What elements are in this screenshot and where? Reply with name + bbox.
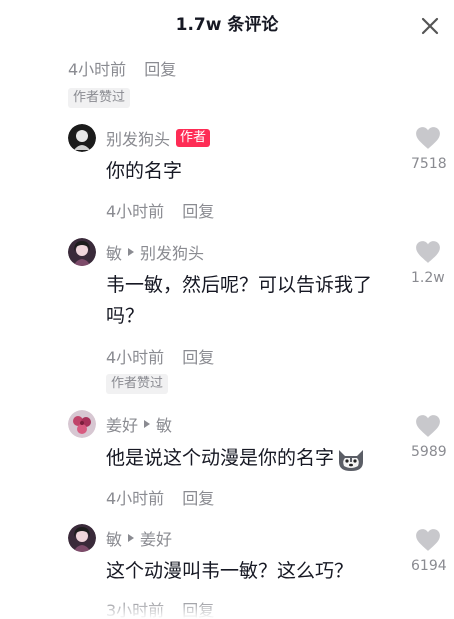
reply-button[interactable]: 回复 bbox=[182, 348, 214, 367]
reply-meta: 4小时前 回复 bbox=[106, 485, 214, 509]
close-button[interactable] bbox=[418, 14, 442, 38]
author-liked-badge: 作者赞过 bbox=[68, 88, 131, 108]
like-count: 1.2w bbox=[411, 270, 445, 286]
username[interactable]: 姜好 bbox=[106, 412, 138, 436]
reply-meta: 4小时前 回复 bbox=[106, 344, 214, 368]
comment-time: 4小时前 bbox=[106, 489, 165, 508]
avatar[interactable] bbox=[68, 124, 96, 152]
husky-dog-emoji-icon bbox=[339, 449, 364, 471]
reply-name-row: 敏 姜好 bbox=[106, 526, 172, 550]
like-count: 6194 bbox=[411, 558, 447, 574]
comment-time: 3小时前 bbox=[106, 601, 165, 619]
avatar[interactable] bbox=[68, 238, 96, 266]
parent-comment-meta: 4小时前 回复 bbox=[68, 56, 176, 80]
comment-text: 你的名字 bbox=[106, 160, 183, 182]
heart-icon[interactable] bbox=[415, 240, 441, 264]
like-column: 1.2w bbox=[402, 240, 454, 286]
reply-button[interactable]: 回复 bbox=[182, 489, 214, 508]
like-count: 5989 bbox=[411, 444, 447, 460]
triangle-right-icon bbox=[144, 420, 151, 428]
avatar[interactable] bbox=[68, 524, 96, 552]
avatar[interactable] bbox=[68, 410, 96, 438]
comment-text: 这个动漫叫韦一敏？这么巧？ bbox=[106, 560, 354, 582]
reply-name-row: 别发狗头 作者 bbox=[106, 126, 211, 150]
triangle-right-icon bbox=[128, 248, 135, 256]
reply-name-row: 敏 别发狗头 bbox=[106, 240, 204, 264]
heart-icon[interactable] bbox=[415, 414, 441, 438]
author-tag: 作者 bbox=[176, 129, 211, 147]
username[interactable]: 敏 bbox=[106, 240, 122, 264]
triangle-right-icon bbox=[128, 534, 135, 542]
reply-to-username[interactable]: 敏 bbox=[156, 412, 172, 436]
comment-text-row: 他是说这个动漫是你的名字 bbox=[106, 443, 366, 474]
comment-time: 4小时前 bbox=[106, 348, 165, 367]
like-count: 7518 bbox=[411, 156, 447, 172]
like-column: 5989 bbox=[402, 414, 454, 460]
reply-meta: 3小时前 回复 bbox=[106, 597, 214, 619]
comment-sheet: 1.7w 条评论 4小时前 回复 作者赞过 别发狗头 作者 你的名字 4小时前 回复 bbox=[0, 0, 454, 619]
like-column: 6194 bbox=[402, 528, 454, 574]
reply-meta: 4小时前 回复 bbox=[106, 198, 214, 222]
comment-count-title: 1.7w 条评论 bbox=[175, 15, 279, 35]
close-icon[interactable] bbox=[418, 14, 442, 38]
author-liked-badge: 作者赞过 bbox=[106, 374, 169, 394]
heart-icon[interactable] bbox=[415, 528, 441, 552]
reply-to-username[interactable]: 别发狗头 bbox=[140, 240, 204, 264]
comment-time: 4小时前 bbox=[106, 202, 165, 221]
comment-text: 韦一敏，然后呢？可以告诉我了吗？ bbox=[106, 274, 373, 327]
reply-button[interactable]: 回复 bbox=[144, 60, 176, 79]
like-column: 7518 bbox=[402, 126, 454, 172]
heart-icon[interactable] bbox=[415, 126, 441, 150]
reply-to-username[interactable]: 姜好 bbox=[140, 526, 172, 550]
comment-text: 他是说这个动漫是你的名字 bbox=[106, 447, 335, 469]
username[interactable]: 别发狗头 bbox=[106, 126, 170, 150]
bottom-fade bbox=[0, 599, 454, 619]
reply-name-row: 姜好 敏 bbox=[106, 412, 172, 436]
comment-time: 4小时前 bbox=[68, 60, 127, 79]
reply-button[interactable]: 回复 bbox=[182, 601, 214, 619]
reply-button[interactable]: 回复 bbox=[182, 202, 214, 221]
username[interactable]: 敏 bbox=[106, 526, 122, 550]
